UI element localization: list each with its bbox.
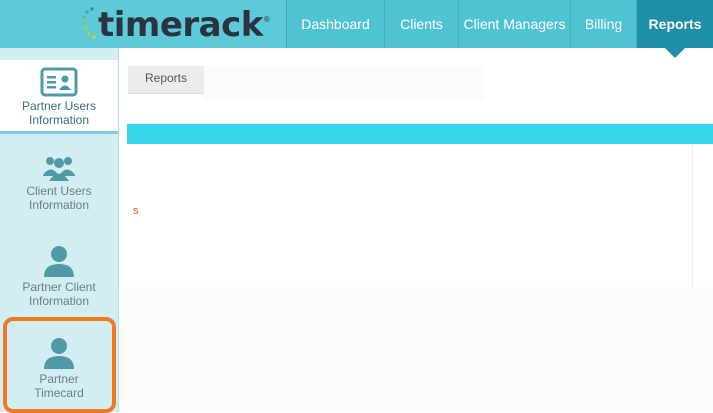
tab-bar <box>204 66 484 100</box>
content-panel <box>127 144 693 288</box>
sidebar-item-label: Information <box>28 113 90 127</box>
content-background <box>119 287 713 412</box>
sidebar-item-partner-users[interactable]: Partner Users Information <box>0 60 118 134</box>
sidebar-item-client-users[interactable]: Client Users Information <box>0 154 118 224</box>
sidebar-item-label: Information <box>28 294 90 308</box>
logo-text: timerack <box>98 5 263 45</box>
logo-dots-icon <box>82 7 96 39</box>
timerack-logo[interactable]: timerack ® <box>82 3 270 47</box>
sidebar-item-label: Partner Users <box>21 99 97 113</box>
main-nav: Dashboard Clients Client Managers Billin… <box>286 0 713 58</box>
users-group-icon <box>43 157 75 181</box>
sidebar-item-label: Information <box>28 198 90 212</box>
nav-reports[interactable]: Reports <box>636 0 713 58</box>
sidebar-item-label: Partner Client <box>22 280 96 294</box>
sidebar-item-label: Client Users <box>26 184 92 198</box>
nav-clients[interactable]: Clients <box>384 0 458 48</box>
tab-reports[interactable]: Reports <box>128 66 204 94</box>
logo-area: timerack ® <box>0 0 286 48</box>
logo-registered-mark: ® <box>263 14 270 24</box>
id-card-icon <box>40 67 78 97</box>
sidebar-item-partner-client[interactable]: Partner Client Information <box>0 244 118 314</box>
nav-dashboard[interactable]: Dashboard <box>286 0 384 48</box>
panel-header-bar <box>127 124 713 144</box>
nav-client-managers[interactable]: Client Managers <box>458 0 570 48</box>
user-icon <box>44 246 74 277</box>
highlight-annotation <box>3 317 116 413</box>
panel-text: s <box>133 205 139 217</box>
top-header: timerack ® Dashboard Clients Client Mana… <box>0 0 713 58</box>
nav-billing[interactable]: Billing <box>570 0 636 48</box>
